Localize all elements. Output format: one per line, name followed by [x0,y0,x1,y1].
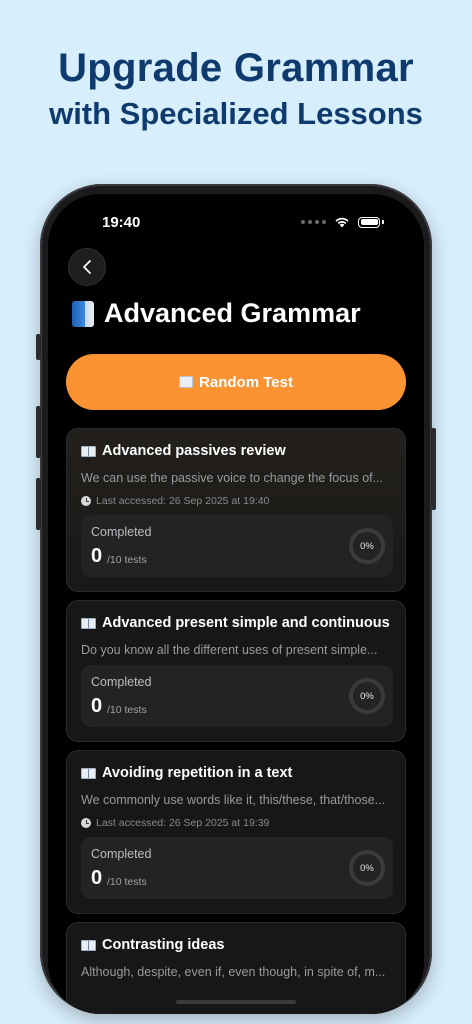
lesson-description: We commonly use words like it, this/thes… [81,793,386,807]
battery-tip [382,220,384,224]
signal-dots-icon [301,220,326,224]
random-test-button[interactable]: Random Test [66,354,406,410]
battery-icon [358,216,380,228]
lesson-title: Contrasting ideas [81,937,224,953]
progress-box: Completed 0 /10 tests 0% [81,837,393,899]
promo-title: Upgrade Grammar [58,46,414,90]
back-button[interactable] [68,248,106,286]
lesson-description: Do you know all the different uses of pr… [81,643,378,657]
phone-screen: 19:40 Advanced Grammar Random Test Advan… [48,194,424,1014]
completed-count: 0 [91,545,103,567]
progress-ring: 0% [349,850,385,886]
card-icon [179,376,194,388]
status-time: 19:40 [102,214,141,231]
lesson-description: Although, despite, even if, even though,… [81,965,386,979]
last-accessed: Last accessed: 26 Sep 2025 at 19:39 [81,817,269,829]
promo-subtitle: with Specialized Lessons [49,96,423,131]
lesson-card-present-simple-continuous[interactable]: Advanced present simple and continuous D… [66,600,406,742]
lesson-title: Avoiding repetition in a text [81,765,292,781]
lesson-title: Advanced passives review [81,443,286,459]
volume-down-button [36,478,41,530]
page-title: Advanced Grammar [72,298,361,329]
chevron-left-icon [83,260,91,274]
status-icons [301,216,384,228]
blue-book-icon [72,300,94,327]
random-test-label: Random Test [199,373,293,391]
tests-total: /10 tests [107,554,147,566]
progress-box: Completed 0 /10 tests 0% [81,515,393,577]
completed-label: Completed [91,525,152,539]
tests-total: /10 tests [107,876,147,888]
page-title-text: Advanced Grammar [104,298,361,328]
progress-ring: 0% [349,678,385,714]
open-book-icon [81,767,96,779]
mute-switch [36,334,41,360]
completed-count: 0 [91,867,103,889]
clock-icon [81,818,91,828]
lesson-title: Advanced present simple and continuous [81,615,390,631]
progress-box: Completed 0 /10 tests 0% [81,665,393,727]
lesson-card-avoiding-repetition[interactable]: Avoiding repetition in a text We commonl… [66,750,406,914]
open-book-icon [81,617,96,629]
power-button [431,428,436,510]
open-book-icon [81,445,96,457]
clock-icon [81,496,91,506]
wifi-icon [335,217,349,228]
completed-label: Completed [91,847,152,861]
completed-label: Completed [91,675,152,689]
open-book-icon [81,939,96,951]
volume-up-button [36,406,41,458]
completed-count: 0 [91,695,103,717]
progress-ring: 0% [349,528,385,564]
lesson-card-advanced-passives[interactable]: Advanced passives review We can use the … [66,428,406,592]
lesson-description: We can use the passive voice to change t… [81,471,384,485]
tests-total: /10 tests [107,704,147,716]
last-accessed: Last accessed: 26 Sep 2025 at 19:40 [81,495,269,507]
home-indicator[interactable] [176,1000,296,1004]
